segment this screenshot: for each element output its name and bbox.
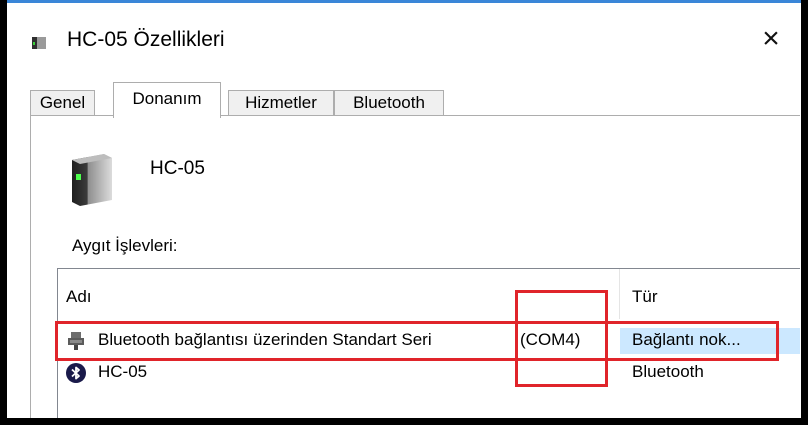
- window-frame: [0, 0, 808, 425]
- tab-donanim[interactable]: Donanım: [113, 82, 221, 118]
